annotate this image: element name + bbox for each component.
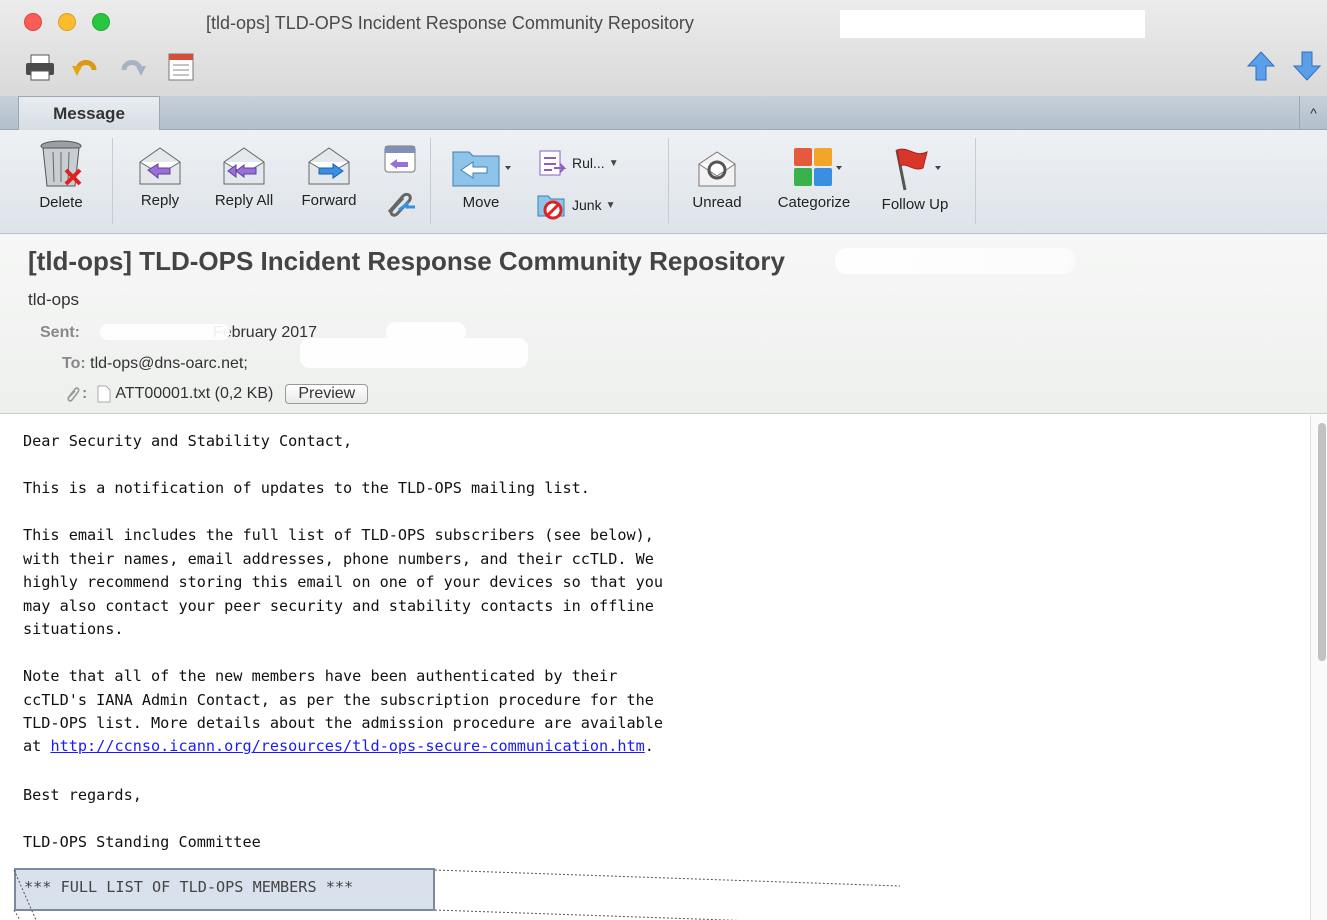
admission-procedure-link[interactable]: http://ccnso.icann.org/resources/tld-ops… [50,737,644,755]
mark-unread-icon [698,151,736,187]
junk-icon [537,195,565,220]
body-paragraph-3: Note that all of the new members have be… [23,667,664,732]
move-label: Move [462,194,500,211]
reply-all-label: Reply All [214,192,274,209]
attachment-label: : [82,385,88,402]
body-regards: Best regards, [23,786,142,804]
to-row: To: tld-ops@dns-oarc.net; [62,355,248,373]
ribbon-separator [668,138,669,224]
forward-icon [308,147,350,185]
file-icon [97,385,111,403]
callout-lines [13,869,900,920]
undo-icon[interactable] [70,52,102,82]
link-suffix: . [644,737,654,755]
ribbon-separator [430,138,431,224]
categorize-icon [794,148,842,186]
sent-label: Sent: [40,324,80,341]
window-titlebar: [tld-ops] TLD-OPS Incident Response Comm… [0,0,1327,96]
meeting-reply-button[interactable] [380,142,420,176]
chevron-down-icon: ▼ [605,199,616,211]
minimize-window-button[interactable] [58,13,76,31]
message-header: [tld-ops] TLD-OPS Incident Response Comm… [0,234,1327,414]
folder-move-icon [452,151,511,187]
follow-up-label: Follow Up [881,196,949,213]
ribbon-tabbar: Message ^ [0,96,1327,130]
calendar-reply-icon [384,145,416,173]
delete-label: Delete [39,194,83,211]
to-label: To: [62,355,86,372]
categorize-button[interactable]: Categorize [766,146,862,211]
reply-button[interactable]: Reply [128,144,192,209]
chevron-down-icon: ▼ [608,157,619,169]
attachment-row: : ATT00001.txt (0,2 KB) Preview [64,384,369,404]
message-subject: [tld-ops] TLD-OPS Incident Response Comm… [28,246,785,276]
rules-label: Rul... [572,155,605,171]
body-greeting: Dear Security and Stability Contact, [23,432,353,450]
paperclip-icon [67,387,80,402]
junk-button[interactable]: Junk ▼ [536,190,615,220]
window-title: [tld-ops] TLD-OPS Incident Response Comm… [206,13,694,33]
redacted-area [840,10,1145,38]
ribbon-separator [112,138,113,224]
redacted-area [835,248,1075,274]
link-prefix: at [23,737,51,755]
redacted-area [100,324,230,340]
move-button[interactable]: Move [442,142,520,211]
rules-button[interactable]: Rul... ▼ [536,148,619,178]
tab-message[interactable]: Message [18,96,160,130]
body-paragraph-3-link-line: at http://ccnso.icann.org/resources/tld-… [23,735,654,759]
follow-up-button[interactable]: Follow Up [870,144,960,213]
flag-icon [895,148,941,191]
redacted-area [300,338,528,368]
rules-icon [539,150,567,176]
categorize-label: Categorize [777,194,851,211]
next-message-icon[interactable] [1292,50,1322,82]
trash-icon [40,140,82,187]
body-signature: TLD-OPS Standing Committee [23,833,261,851]
reply-label: Reply [140,192,180,209]
body-paragraph-1: This is a notification of updates to the… [23,479,590,497]
redo-icon[interactable] [116,52,148,82]
message-body[interactable]: Dear Security and Stability Contact, Thi… [0,415,1310,920]
reply-all-button[interactable]: Reply All [204,144,284,209]
attach-forward-button[interactable] [382,188,418,218]
ribbon: Delete Reply Reply All Forward Move Rul.… [0,130,1327,234]
sender-name[interactable]: tld-ops [28,290,79,310]
to-recipient[interactable]: tld-ops@dns-oarc.net; [90,355,248,372]
calendar-view-icon[interactable] [166,52,198,82]
close-window-button[interactable] [24,13,42,31]
forward-label: Forward [301,192,357,209]
reply-icon [139,147,181,185]
preview-button[interactable]: Preview [285,384,369,404]
reply-all-icon [223,147,265,185]
zoom-window-button[interactable] [92,13,110,31]
body-paragraph-2: This email includes the full list of TLD… [23,526,664,638]
unread-label: Unread [692,194,742,211]
scrollbar-thumb[interactable] [1318,423,1326,661]
forward-button[interactable]: Forward [292,144,366,209]
unread-button[interactable]: Unread [682,146,752,211]
delete-button[interactable]: Delete [26,138,96,211]
ribbon-separator [975,138,976,224]
junk-label: Junk [572,197,602,213]
attachment-file[interactable]: ATT00001.txt (0,2 KB) [115,385,273,403]
paperclip-icon [387,192,415,217]
previous-message-icon[interactable] [1246,50,1276,82]
collapse-ribbon-button[interactable]: ^ [1299,96,1327,130]
print-icon[interactable] [24,52,56,82]
